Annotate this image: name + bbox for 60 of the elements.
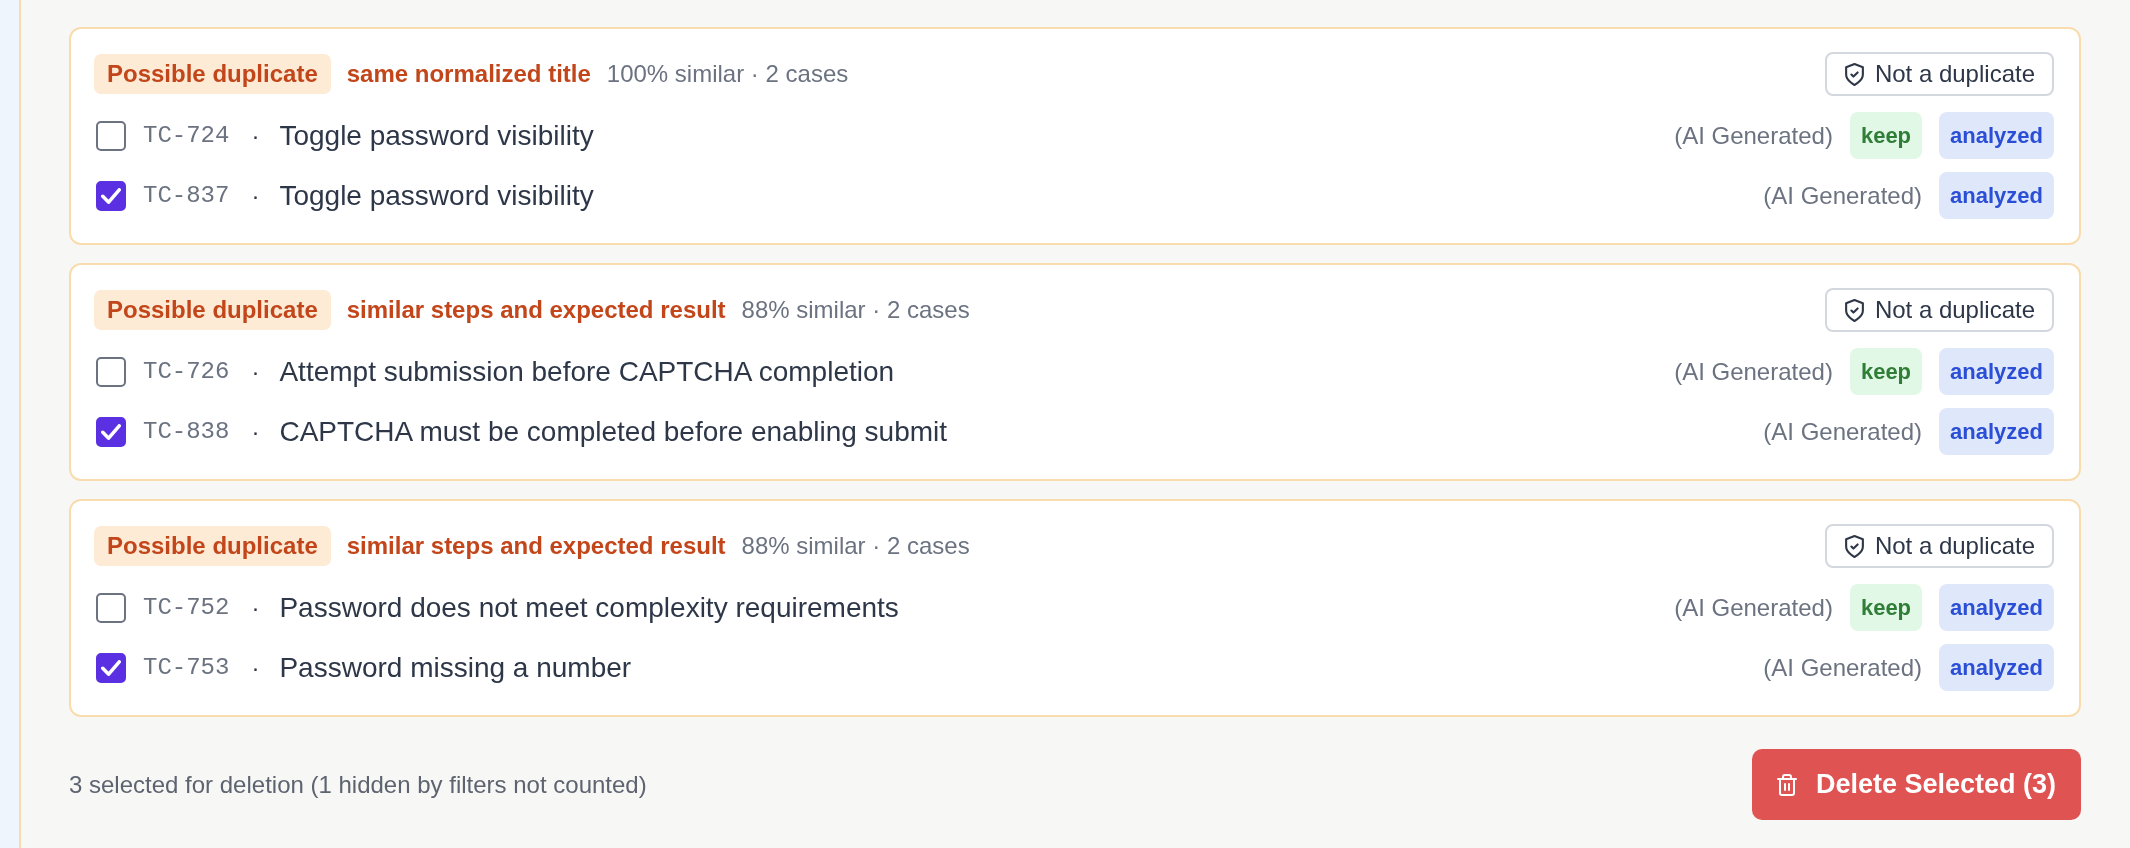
duplicate-tag: Possible duplicate [94, 526, 331, 566]
similarity-text: 100% similar · 2 cases [606, 60, 849, 88]
case-id: TC-724 [143, 122, 230, 149]
source-label: (AI Generated) [1674, 121, 1833, 150]
trash-icon [1776, 773, 1797, 796]
case-id: TC-752 [143, 594, 230, 621]
shield-check-icon [1844, 534, 1864, 558]
keep-tag: keep [1849, 348, 1923, 395]
select-checkbox[interactable] [96, 356, 126, 387]
similarity-text: 88% similar · 2 cases [741, 296, 970, 324]
check-icon [101, 659, 121, 676]
case-id: TC-838 [143, 418, 230, 445]
select-checkbox[interactable] [96, 120, 126, 151]
source-label: (AI Generated) [1763, 181, 1923, 210]
similarity-text: 88% similar · 2 cases [741, 532, 970, 560]
source-label: (AI Generated) [1763, 417, 1923, 446]
separator-dot: · [251, 417, 260, 446]
case-title: Toggle password visibility [279, 179, 594, 212]
match-reason: similar steps and expected result [346, 296, 726, 324]
select-checkbox[interactable] [96, 180, 126, 211]
case-id: TC-837 [143, 182, 230, 209]
source-label: (AI Generated) [1674, 357, 1833, 386]
separator-dot: · [251, 357, 260, 386]
source-label: (AI Generated) [1763, 653, 1923, 682]
selection-summary: 3 selected for deletion (1 hidden by filters not counted) [69, 770, 647, 799]
not-duplicate-button[interactable]: Not a duplicate [1824, 524, 2054, 568]
status-tag: analyzed [1939, 348, 2054, 395]
separator-dot: · [251, 181, 260, 210]
separator-dot: · [251, 593, 260, 622]
case-id: TC-726 [143, 358, 230, 385]
check-icon [101, 423, 121, 440]
case-title: Attempt submission before CAPTCHA completion [279, 355, 895, 388]
case-title: CAPTCHA must be completed before enabling submit [279, 415, 948, 448]
not-duplicate-button[interactable]: Not a duplicate [1824, 288, 2054, 332]
match-reason: same normalized title [346, 60, 591, 88]
select-checkbox[interactable] [96, 592, 126, 623]
delete-selected-button[interactable]: Delete Selected (3) [1751, 749, 2081, 820]
status-tag: analyzed [1939, 644, 2054, 691]
match-reason: similar steps and expected result [346, 532, 726, 560]
select-checkbox[interactable] [96, 652, 126, 683]
case-id: TC-753 [143, 654, 230, 681]
status-tag: analyzed [1939, 584, 2054, 631]
shield-check-icon [1844, 62, 1864, 86]
separator-dot: · [251, 121, 260, 150]
status-tag: analyzed [1939, 112, 2054, 159]
duplicate-tag: Possible duplicate [94, 290, 331, 330]
keep-tag: keep [1849, 112, 1923, 159]
source-label: (AI Generated) [1674, 593, 1833, 622]
shield-check-icon [1844, 298, 1864, 322]
case-title: Password missing a number [279, 651, 632, 684]
separator-dot: · [251, 653, 260, 682]
status-tag: analyzed [1939, 172, 2054, 219]
case-title: Password does not meet complexity requirements [279, 591, 899, 624]
not-duplicate-button[interactable]: Not a duplicate [1824, 52, 2054, 96]
select-checkbox[interactable] [96, 416, 126, 447]
keep-tag: keep [1849, 584, 1923, 631]
check-icon [101, 187, 121, 204]
duplicate-tag: Possible duplicate [94, 54, 331, 94]
case-title: Toggle password visibility [279, 119, 594, 152]
status-tag: analyzed [1939, 408, 2054, 455]
